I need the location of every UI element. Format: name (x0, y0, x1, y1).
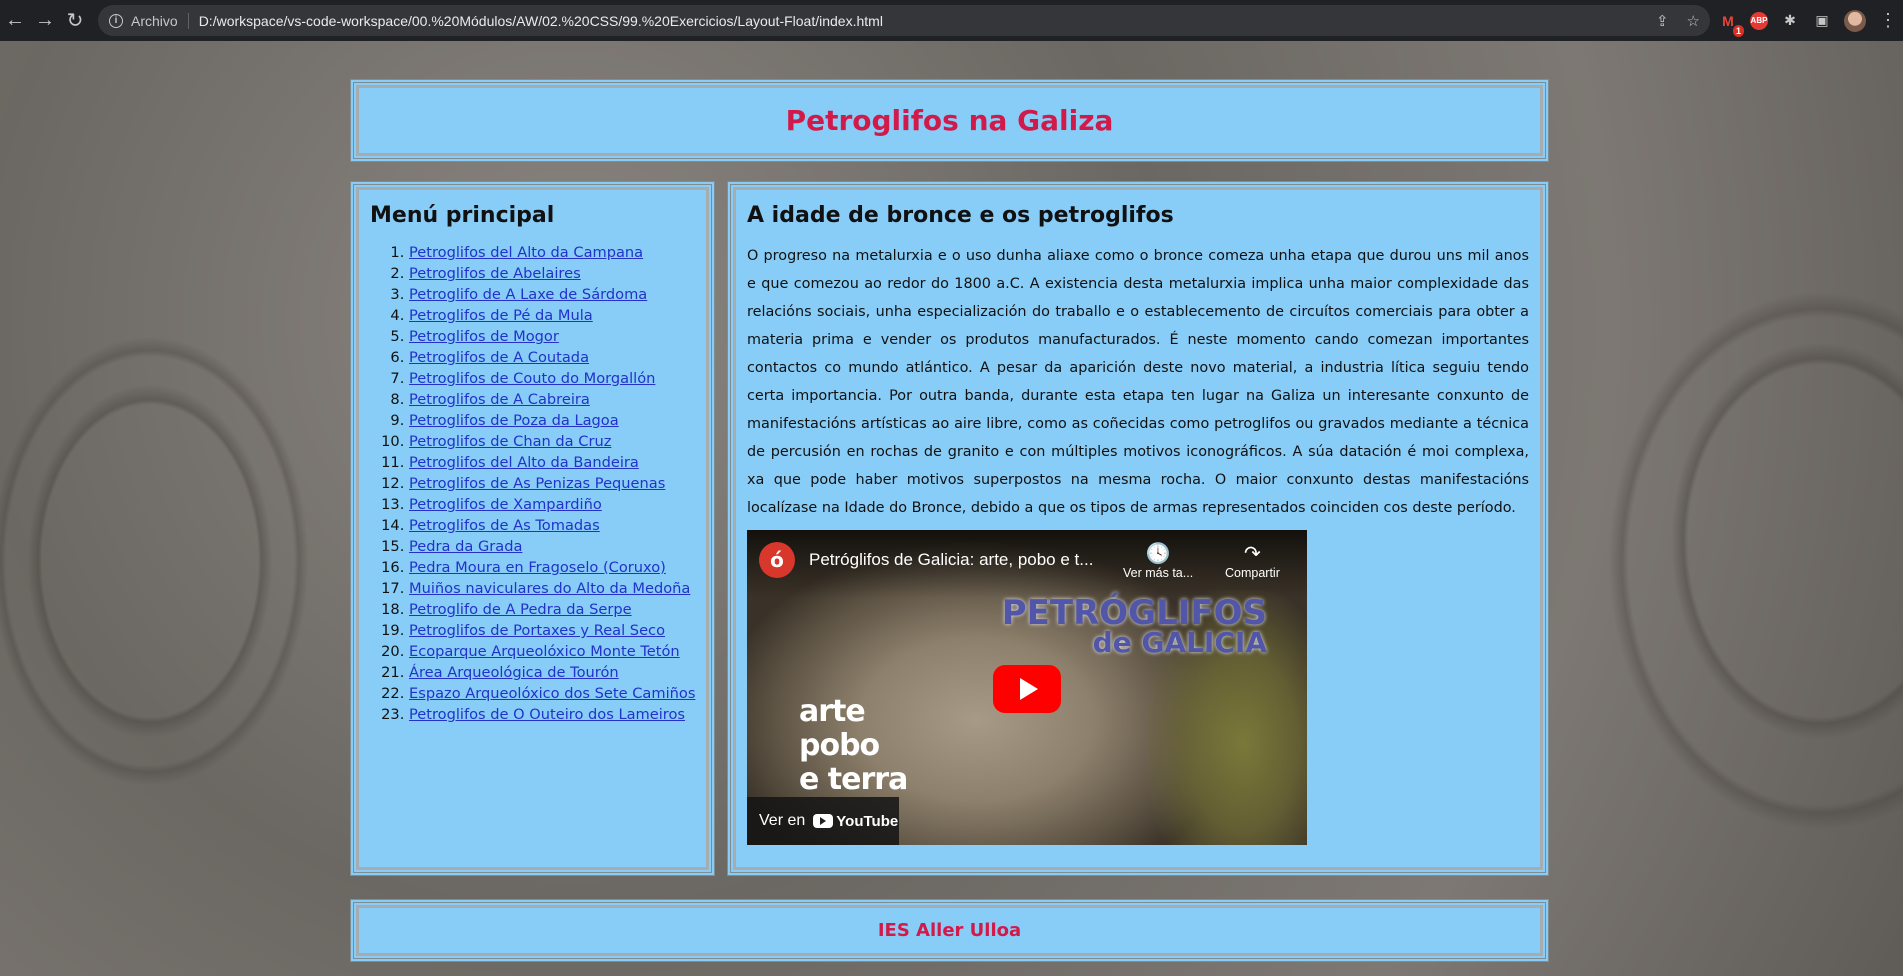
menu-link[interactable]: Petroglifos de Xampardiño (409, 496, 602, 513)
menu-item: Petroglifos de As Penizas Pequenas (409, 473, 695, 494)
youtube-logo: YouTube (813, 813, 898, 830)
menu-item: Petroglifos de Chan da Cruz (409, 431, 695, 452)
overlay-line: e terra (799, 762, 908, 797)
thumbnail-title: PETRÓGLIFOS de GALICIA (1001, 593, 1267, 658)
site-header: Petroglifos na Galiza (350, 79, 1549, 162)
menu-item: Petroglifos de Pé da Mula (409, 305, 695, 326)
watch-later-label: Ver más ta... (1123, 566, 1194, 580)
menu-item: Petroglifo de A Pedra da Serpe (409, 599, 695, 620)
menu-link[interactable]: Área Arqueológica de Tourón (409, 664, 619, 681)
menu-link[interactable]: Petroglifos de A Coutada (409, 349, 589, 366)
main-content: A idade de bronce e os petroglifos O pro… (727, 181, 1549, 876)
play-button[interactable] (993, 665, 1061, 713)
menu-link[interactable]: Petroglifos de O Outeiro dos Lameiros (409, 706, 685, 723)
address-actions: ⇪ ☆ (1656, 5, 1700, 36)
overlay-line: arte (799, 694, 866, 729)
gmail-extension-icon[interactable]: M1 (1718, 11, 1744, 37)
channel-avatar[interactable]: ó (759, 542, 795, 578)
menu-link[interactable]: Petroglifos de Chan da Cruz (409, 433, 611, 450)
thumbnail-overlay-text: arte pobo e terra (799, 694, 908, 797)
thumbnail-title-line1: PETRÓGLIFOS (1001, 593, 1267, 633)
menu-item: Petroglifos de Mogor (409, 326, 695, 347)
menu-item: Petroglifos de As Tomadas (409, 515, 695, 536)
profile-avatar[interactable] (1844, 9, 1866, 32)
info-icon[interactable]: i (109, 13, 123, 28)
article-paragraph: O progreso na metalurxia e o uso dunha a… (747, 248, 1529, 516)
forward-button[interactable]: → (30, 6, 60, 36)
menu-link[interactable]: Espazo Arqueolóxico dos Sete Camiños (409, 685, 695, 702)
menu-item: Petroglifos de Couto do Morgallón (409, 368, 695, 389)
menu-link[interactable]: Petroglifos de As Tomadas (409, 517, 600, 534)
menu-link[interactable]: Petroglifos de Poza da Lagoa (409, 412, 619, 429)
menu-link[interactable]: Petroglifos de Couto do Morgallón (409, 370, 655, 387)
menu-item: Petroglifo de A Laxe de Sárdoma (409, 284, 695, 305)
youtube-wordmark: YouTube (836, 812, 899, 830)
back-button[interactable]: ← (0, 6, 30, 36)
menu-link[interactable]: Pedra Moura en Fragoselo (Coruxo) (409, 559, 666, 576)
play-icon (1020, 678, 1038, 700)
menu-list: Petroglifos del Alto da Campana Petrogli… (370, 242, 695, 725)
share-label: Compartir (1225, 566, 1280, 580)
bookmark-star-icon[interactable]: ☆ (1687, 12, 1700, 30)
menu-link[interactable]: Ecoparque Arqueolóxico Monte Tetón (409, 643, 680, 660)
share-page-icon[interactable]: ⇪ (1656, 12, 1669, 30)
menu-link[interactable]: Petroglifos del Alto da Campana (409, 244, 643, 261)
adblock-extension-icon[interactable]: ABP (1750, 11, 1768, 30)
menu-link[interactable]: Petroglifos de A Cabreira (409, 391, 590, 408)
share-button[interactable]: ↷ Compartir (1225, 542, 1280, 580)
page-background: Petroglifos na Galiza Menú principal Pet… (0, 41, 1903, 976)
menu-item: Petroglifos de A Coutada (409, 347, 695, 368)
overlay-line: pobo (799, 728, 880, 763)
share-arrow-icon: ↷ (1244, 543, 1261, 565)
menu-link[interactable]: Muiños naviculares do Alto da Medoña (409, 580, 690, 597)
menu-link[interactable]: Petroglifos de Abelaires (409, 265, 581, 282)
watch-on-label: Ver en (759, 812, 806, 829)
menu-link[interactable]: Petroglifo de A Pedra da Serpe (409, 601, 632, 618)
menu-link[interactable]: Petroglifo de A Laxe de Sárdoma (409, 286, 647, 303)
menu-item: Área Arqueológica de Tourón (409, 662, 695, 683)
menu-item: Petroglifos del Alto da Bandeira (409, 452, 695, 473)
site-footer: IES Aller Ulloa (350, 899, 1549, 962)
menu-item: Petroglifos de Xampardiño (409, 494, 695, 515)
menu-item: Petroglifos del Alto da Campana (409, 242, 695, 263)
watch-later-button[interactable]: 🕓 Ver más ta... (1123, 542, 1193, 580)
menu-item: Petroglifos de Portaxes y Real Seco (409, 620, 695, 641)
menu-item: Petroglifos de A Cabreira (409, 389, 695, 410)
browser-toolbar: ← → ↻ i Archivo D:/workspace/vs-code-wor… (0, 0, 1903, 41)
clock-icon: 🕓 (1145, 543, 1171, 565)
menu-item: Ecoparque Arqueolóxico Monte Tetón (409, 641, 695, 662)
menu-item: Pedra Moura en Fragoselo (Coruxo) (409, 557, 695, 578)
menu-link[interactable]: Petroglifos de As Penizas Pequenas (409, 475, 665, 492)
watch-on-youtube-button[interactable]: Ver en YouTube (747, 797, 899, 845)
site-title: Petroglifos na Galiza (785, 104, 1114, 137)
extensions-area: M1 ABP ✱ ▣ ⋮ (1718, 0, 1898, 41)
side-panel-icon[interactable]: ▣ (1812, 11, 1832, 31)
sidebar: Menú principal Petroglifos del Alto da C… (350, 181, 715, 876)
menu-item: Espazo Arqueolóxico dos Sete Camiños (409, 683, 695, 704)
menu-item: Petroglifos de Poza da Lagoa (409, 410, 695, 431)
gmail-badge: 1 (1732, 24, 1744, 37)
youtube-embed[interactable]: ó Petróglifos de Galicia: arte, pobo e t… (747, 530, 1307, 845)
address-separator (187, 12, 189, 29)
article-title: A idade de bronce e os petroglifos (747, 203, 1174, 228)
video-title[interactable]: Petróglifos de Galicia: arte, pobo e t..… (809, 550, 1093, 570)
browser-menu-icon[interactable]: ⋮ (1878, 10, 1898, 31)
menu-link[interactable]: Petroglifos de Portaxes y Real Seco (409, 622, 665, 639)
menu-item: Petroglifos de Abelaires (409, 263, 695, 284)
youtube-icon (813, 814, 834, 828)
address-label: Archivo (131, 12, 178, 29)
puzzle-extensions-icon[interactable]: ✱ (1780, 11, 1800, 31)
menu-link[interactable]: Petroglifos del Alto da Bandeira (409, 454, 639, 471)
sidebar-title: Menú principal (370, 203, 555, 228)
address-url[interactable]: D:/workspace/vs-code-workspace/00.%20Mód… (199, 13, 883, 29)
menu-item: Muiños naviculares do Alto da Medoña (409, 578, 695, 599)
menu-link[interactable]: Petroglifos de Pé da Mula (409, 307, 593, 324)
reload-button[interactable]: ↻ (60, 6, 90, 36)
menu-link[interactable]: Pedra da Grada (409, 538, 522, 555)
address-bar[interactable]: i Archivo D:/workspace/vs-code-workspace… (98, 5, 1710, 36)
footer-text: IES Aller Ulloa (877, 920, 1022, 941)
menu-link[interactable]: Petroglifos de Mogor (409, 328, 559, 345)
menu-item: Pedra da Grada (409, 536, 695, 557)
menu-item: Petroglifos de O Outeiro dos Lameiros (409, 704, 695, 725)
